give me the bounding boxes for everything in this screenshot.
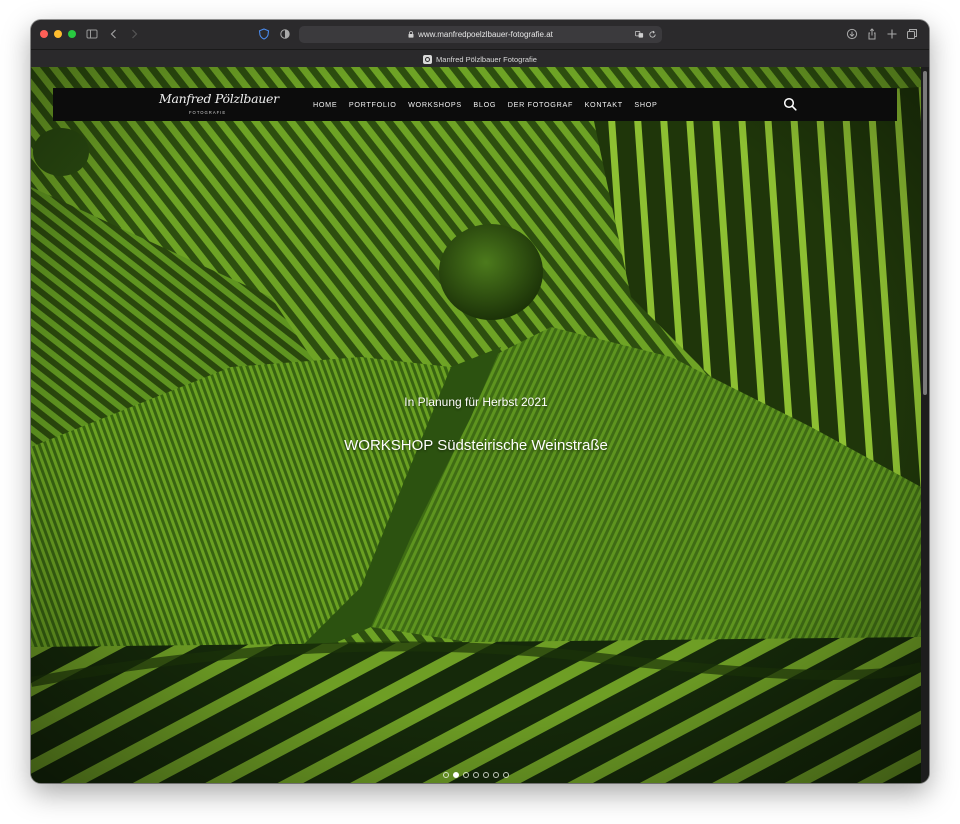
hero-image bbox=[31, 67, 921, 783]
lock-icon bbox=[408, 31, 414, 38]
window-controls bbox=[40, 30, 76, 38]
favicon-icon bbox=[423, 54, 433, 64]
slider-pagination bbox=[31, 772, 921, 778]
nav-item-blog[interactable]: BLOG bbox=[473, 100, 496, 109]
hero-title[interactable]: WORKSHOP Südsteirische Weinstraße bbox=[31, 437, 921, 454]
plus-icon[interactable] bbox=[885, 27, 899, 41]
zoom-window-button[interactable] bbox=[68, 30, 76, 38]
nav-item-home[interactable]: HOME bbox=[313, 100, 337, 109]
logo-text: Manfred Pölzlbauer bbox=[159, 91, 279, 106]
address-bar-url: www.manfredpoelzlbauer-fotografie.at bbox=[418, 30, 553, 39]
translate-icon[interactable] bbox=[635, 30, 644, 39]
slider-dot[interactable] bbox=[493, 772, 499, 778]
site-logo[interactable]: Manfred Pölzlbauer FOTOGRAFIE bbox=[159, 91, 279, 119]
browser-toolbar: www.manfredpoelzlbauer-fotografie.at bbox=[31, 20, 929, 49]
sidebar-icon[interactable] bbox=[85, 27, 99, 41]
nav-item-kontakt[interactable]: KONTAKT bbox=[585, 100, 623, 109]
nav-item-shop[interactable]: SHOP bbox=[634, 100, 657, 109]
tab-overview-icon[interactable] bbox=[905, 27, 919, 41]
search-icon[interactable] bbox=[783, 97, 797, 111]
logo-subtext: FOTOGRAFIE bbox=[189, 110, 227, 115]
minimize-window-button[interactable] bbox=[54, 30, 62, 38]
web-page: Manfred Pölzlbauer FOTOGRAFIE HOME PORTF… bbox=[31, 67, 929, 783]
tab-title: Manfred Pölzlbauer Fotografie bbox=[436, 54, 537, 64]
tab-bar[interactable]: Manfred Pölzlbauer Fotografie bbox=[31, 49, 929, 68]
address-bar[interactable]: www.manfredpoelzlbauer-fotografie.at bbox=[299, 26, 662, 43]
shield-icon[interactable] bbox=[257, 27, 271, 41]
chevron-right-icon[interactable] bbox=[127, 27, 141, 41]
privacy-report-icon[interactable] bbox=[278, 27, 292, 41]
page-scrollbar[interactable] bbox=[921, 67, 929, 783]
nav-item-portfolio[interactable]: PORTFOLIO bbox=[349, 100, 397, 109]
close-window-button[interactable] bbox=[40, 30, 48, 38]
slider-dot[interactable] bbox=[503, 772, 509, 778]
reload-icon[interactable] bbox=[648, 30, 657, 39]
nav-item-workshops[interactable]: WORKSHOPS bbox=[408, 100, 462, 109]
slider-dot[interactable] bbox=[443, 772, 449, 778]
main-menu: HOME PORTFOLIO WORKSHOPS BLOG DER FOTOGR… bbox=[313, 88, 658, 121]
slider-dot[interactable] bbox=[463, 772, 469, 778]
chevron-left-icon[interactable] bbox=[107, 27, 121, 41]
hero-subtitle: In Planung für Herbst 2021 bbox=[404, 395, 548, 409]
slider-dot[interactable] bbox=[483, 772, 489, 778]
site-header: Manfred Pölzlbauer FOTOGRAFIE HOME PORTF… bbox=[53, 88, 897, 121]
scrollbar-thumb[interactable] bbox=[923, 71, 927, 395]
share-icon[interactable] bbox=[865, 27, 879, 41]
slider-dot[interactable] bbox=[473, 772, 479, 778]
nav-item-der-fotograf[interactable]: DER FOTOGRAF bbox=[508, 100, 573, 109]
slider-dot-active[interactable] bbox=[453, 772, 459, 778]
download-icon[interactable] bbox=[845, 27, 859, 41]
browser-window: www.manfredpoelzlbauer-fotografie.at Man… bbox=[31, 20, 929, 783]
